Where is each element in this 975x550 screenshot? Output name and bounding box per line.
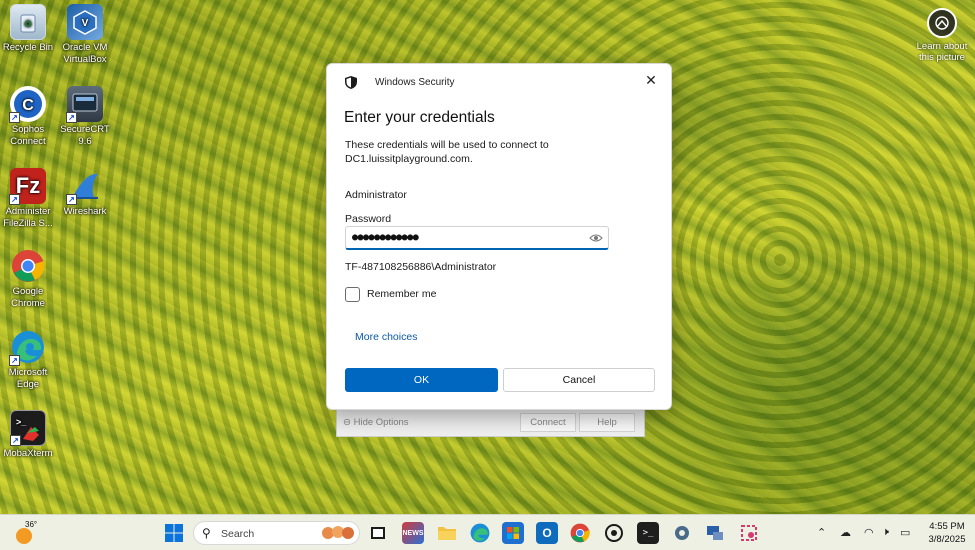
connect-button[interactable]: Connect <box>520 413 576 432</box>
edge-icon[interactable] <box>469 522 491 544</box>
svg-text:V: V <box>82 18 89 29</box>
reveal-password-icon[interactable] <box>589 232 603 244</box>
svg-text:C: C <box>22 97 34 114</box>
desktop-icon-label: Administer FileZilla S... <box>3 206 53 229</box>
terminal-icon[interactable]: >_ <box>637 522 659 544</box>
filezilla-icon: Fz ↗ <box>9 168 46 205</box>
dialog-title: Windows Security <box>375 77 455 88</box>
battery-icon[interactable]: ▭ <box>900 526 910 539</box>
password-field[interactable] <box>345 226 609 250</box>
wireshark-icon: ↗ <box>66 168 103 205</box>
collapse-icon: ⊖ <box>343 417 351 428</box>
shortcut-arrow-icon: ↗ <box>10 435 21 446</box>
desktop-icon-sophos[interactable]: C ↗ Sophos Connect <box>0 86 59 148</box>
search-icon: ⚲ <box>202 526 211 540</box>
weather-widget[interactable]: 36° <box>14 520 38 544</box>
windows-security-dialog: Windows Security ✕ Enter your credential… <box>326 63 672 410</box>
taskbar: 36° ⚲ Search NEWS O >_ ⌃ ☁ ◠ 🕨 ▭ 4:55 PM… <box>0 514 975 550</box>
desktop-icon-wireshark[interactable]: ↗ Wireshark <box>54 168 116 218</box>
search-placeholder: Search <box>221 528 255 540</box>
outlook-icon[interactable]: O <box>536 522 558 544</box>
folder-icon[interactable] <box>436 522 458 544</box>
mobaxterm-icon: >_ ↗ <box>10 410 46 446</box>
shortcut-arrow-icon: ↗ <box>66 112 77 123</box>
desktop-icon-filezilla[interactable]: Fz ↗ Administer FileZilla S... <box>0 168 59 230</box>
shortcut-arrow-icon: ↗ <box>9 355 20 366</box>
shortcut-arrow-icon: ↗ <box>9 194 20 205</box>
wifi-icon[interactable]: ◠ <box>864 526 874 539</box>
domain-user-label: TF-487108256886\Administrator <box>345 261 497 273</box>
recycle-bin-icon: ♻ <box>10 4 46 40</box>
svg-text:♻: ♻ <box>24 19 32 29</box>
desktop-icon-label: Google Chrome <box>11 286 45 309</box>
shortcut-arrow-icon: ↗ <box>9 112 20 123</box>
taskbar-clock[interactable]: 4:55 PM 3/8/2025 <box>924 520 970 546</box>
virtualbox-icon: V <box>67 4 103 40</box>
clock-date: 3/8/2025 <box>928 534 966 545</box>
help-button[interactable]: Help <box>579 413 635 432</box>
desktop-icon-securecrt[interactable]: ↗ SecureCRT 9.6 <box>54 86 116 148</box>
remember-me-label[interactable]: Remember me <box>367 288 436 300</box>
close-icon[interactable]: ✕ <box>639 68 663 92</box>
clock-time: 4:55 PM <box>929 521 965 532</box>
ok-button[interactable]: OK <box>345 368 498 392</box>
taskbar-search[interactable]: ⚲ Search <box>193 521 360 545</box>
shortcut-arrow-icon: ↗ <box>66 194 77 205</box>
weather-temperature: 36° <box>25 520 38 529</box>
desktop-icon-label: Recycle Bin <box>2 42 54 53</box>
learn-about-label: Learn about this picture <box>916 41 968 63</box>
start-icon[interactable] <box>163 522 185 544</box>
weather-sun-icon <box>16 528 32 544</box>
search-highlight-icon <box>322 526 354 539</box>
network-tool-icon[interactable] <box>704 522 726 544</box>
dialog-titlebar: Windows Security ✕ <box>327 64 671 100</box>
store-icon[interactable] <box>502 522 524 544</box>
learn-about-picture[interactable]: Learn about this picture <box>912 8 972 63</box>
securecrt-icon: ↗ <box>66 86 103 123</box>
volume-muted-icon[interactable]: 🕨 <box>882 526 889 539</box>
camera-icon <box>927 8 957 38</box>
desktop-icon-label: Oracle VM VirtualBox <box>62 42 108 65</box>
sophos-icon[interactable] <box>603 522 625 544</box>
desktop-icon-label: Sophos Connect <box>10 124 46 147</box>
hide-options-button[interactable]: ⊖ Hide Options <box>343 417 409 428</box>
dialog-heading: Enter your credentials <box>344 109 495 126</box>
desktop-icon-virtualbox[interactable]: V Oracle VM VirtualBox <box>54 4 116 66</box>
sophos-connect-icon: C ↗ <box>9 86 46 123</box>
desktop-icon-edge[interactable]: ↗ Microsoft Edge <box>0 329 59 391</box>
svg-text:>_: >_ <box>16 417 27 427</box>
username-label: Administrator <box>345 189 407 201</box>
snip-tool-icon[interactable] <box>738 522 760 544</box>
dialog-description: These credentials will be used to connec… <box>345 139 549 165</box>
cancel-button[interactable]: Cancel <box>503 368 655 392</box>
desktop-icon-mobaxterm[interactable]: >_ ↗ MobaXterm <box>0 410 59 460</box>
news-icon[interactable]: NEWS <box>402 522 424 544</box>
desktop-icon-chrome[interactable]: Google Chrome <box>0 248 59 310</box>
desktop-icon-recycle-bin[interactable]: ♻ Recycle Bin <box>0 4 59 54</box>
desktop-icon-label: MobaXterm <box>3 448 53 459</box>
settings-icon[interactable] <box>671 522 693 544</box>
chrome-icon[interactable] <box>569 522 591 544</box>
more-choices-link[interactable]: More choices <box>355 331 417 343</box>
desktop-icon-label: Microsoft Edge <box>8 367 48 390</box>
password-label: Password <box>345 213 392 225</box>
shield-icon <box>345 76 357 89</box>
desktop-icon-label: Wireshark <box>63 206 107 217</box>
file-explorer-icon[interactable] <box>367 522 389 544</box>
cloud-icon[interactable]: ☁ <box>840 526 851 539</box>
edge-icon: ↗ <box>9 329 46 366</box>
remember-me-checkbox[interactable] <box>345 287 360 302</box>
chrome-icon <box>10 248 46 284</box>
desktop-icon-label: SecureCRT 9.6 <box>60 124 110 147</box>
chevron-up-icon[interactable]: ⌃ <box>817 526 826 539</box>
